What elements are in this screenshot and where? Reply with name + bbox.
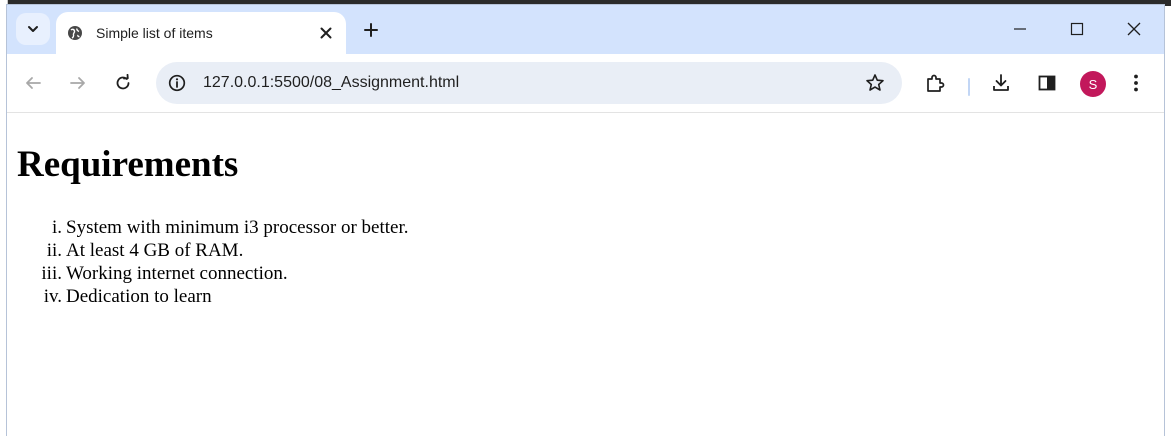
list-item-text: System with minimum i3 processor or bett…	[66, 217, 409, 238]
tab-search-button[interactable]	[16, 13, 50, 45]
new-tab-button[interactable]	[360, 19, 382, 41]
site-info-button[interactable]	[166, 72, 188, 94]
browser-window: Simple list of items 127.0.0.1:5500/08_A…	[7, 5, 1164, 436]
minimize-icon	[1014, 28, 1026, 30]
downloads-button[interactable]	[986, 68, 1016, 98]
list-item-text: Dedication to learn	[66, 286, 212, 307]
plus-icon	[364, 23, 378, 37]
reload-icon	[116, 74, 130, 90]
globe-icon	[68, 26, 82, 40]
arrow-left-icon	[26, 77, 41, 89]
tab-title: Simple list of items	[96, 25, 213, 41]
extensions-button[interactable]	[920, 68, 950, 98]
download-icon	[993, 74, 1009, 91]
list-marker: iii.	[41, 263, 62, 284]
menu-button[interactable]	[1121, 68, 1151, 98]
tab-strip: Simple list of items	[7, 5, 1164, 54]
profile-avatar[interactable]: S	[1080, 71, 1106, 97]
info-icon	[168, 74, 186, 92]
page-heading: Requirements	[17, 144, 239, 185]
address-bar[interactable]: 127.0.0.1:5500/08_Assignment.html	[156, 62, 902, 104]
list-item-text: At least 4 GB of RAM.	[66, 240, 244, 261]
page-content: Requirements i. System with minimum i3 p…	[7, 113, 1164, 436]
star-icon	[866, 74, 884, 91]
side-panel-button[interactable]	[1032, 68, 1062, 98]
reload-button[interactable]	[108, 68, 138, 98]
close-window-button[interactable]	[1111, 13, 1157, 45]
chevron-down-icon	[28, 26, 38, 32]
screen: Simple list of items 127.0.0.1:5500/08_A…	[0, 0, 1171, 436]
list-item-text: Working internet connection.	[66, 263, 288, 284]
close-icon	[320, 27, 332, 39]
minimize-button[interactable]	[997, 13, 1043, 45]
tab-close-button[interactable]	[316, 23, 336, 43]
puzzle-icon	[927, 74, 945, 92]
list-marker: i.	[51, 217, 62, 238]
bookmark-button[interactable]	[864, 72, 886, 94]
list-marker: iv.	[43, 286, 62, 307]
arrow-right-icon	[70, 77, 85, 89]
active-tab[interactable]: Simple list of items	[56, 12, 346, 54]
url-text[interactable]: 127.0.0.1:5500/08_Assignment.html	[203, 74, 459, 92]
close-icon	[1127, 22, 1141, 36]
list-marker: ii.	[46, 240, 62, 261]
browser-toolbar: 127.0.0.1:5500/08_Assignment.html S	[7, 54, 1164, 113]
side-panel-icon	[1038, 75, 1056, 91]
more-vert-icon	[1134, 74, 1138, 92]
back-button[interactable]	[18, 68, 48, 98]
toolbar-divider	[968, 78, 970, 96]
forward-button[interactable]	[63, 68, 93, 98]
maximize-icon	[1070, 22, 1084, 36]
maximize-button[interactable]	[1054, 13, 1100, 45]
